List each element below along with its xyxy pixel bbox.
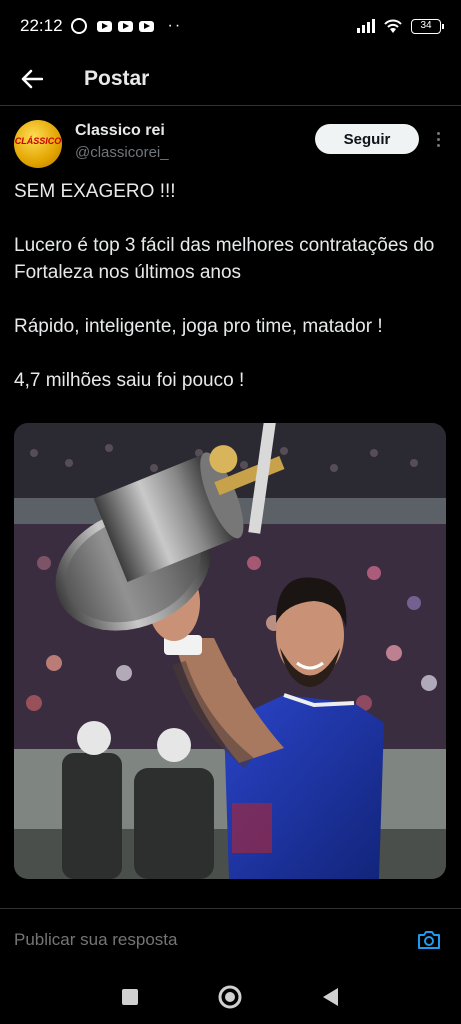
signal-icon — [357, 19, 375, 33]
trophy-photo — [14, 423, 446, 879]
author-name[interactable]: Classico rei — [75, 122, 165, 140]
tweet-paragraph: Rápido, inteligente, joga pro time, mata… — [14, 316, 383, 337]
wifi-icon — [384, 19, 402, 33]
youtube-notification-icon — [96, 20, 112, 32]
triangle-back-icon — [322, 988, 338, 1006]
system-back-button[interactable] — [311, 977, 351, 1017]
recents-button[interactable] — [110, 977, 150, 1017]
status-time: 22:12 — [20, 16, 63, 35]
tweet-paragraph: 4,7 milhões saiu foi pouco ! — [14, 370, 245, 391]
top-app-bar: Postar — [0, 52, 461, 106]
tweet-media-image[interactable] — [14, 423, 446, 879]
alarm-icon — [70, 18, 87, 34]
reply-input[interactable] — [14, 929, 409, 950]
status-left: 22:12 ·· — [20, 16, 182, 36]
youtube-notification-icon — [138, 20, 154, 32]
status-right: 34 — [357, 18, 444, 34]
back-button[interactable] — [0, 52, 64, 106]
tweet-paragraph: Lucero é top 3 fácil das melhores contra… — [14, 235, 435, 283]
author-handle[interactable]: @classicorei_ — [75, 144, 169, 161]
avatar-logo-text: CLÁSSICO — [14, 136, 62, 146]
camera-icon — [418, 930, 440, 949]
dot — [436, 137, 440, 141]
battery-icon: 34 — [411, 18, 444, 34]
reply-bar — [0, 908, 461, 970]
more-notifications-indicator: ·· — [167, 17, 183, 34]
follow-button[interactable]: Seguir — [315, 124, 419, 154]
tweet-paragraph: SEM EXAGERO !!! — [14, 181, 176, 202]
circle-icon — [218, 985, 242, 1009]
status-bar: 22:12 ·· 34 — [0, 0, 461, 52]
author-row: CLÁSSICO Classico rei @classicorei_ Segu… — [14, 118, 447, 170]
avatar[interactable]: CLÁSSICO — [14, 120, 62, 168]
system-nav-bar — [0, 970, 461, 1024]
square-icon — [122, 989, 139, 1005]
dot — [436, 131, 440, 135]
more-options-button[interactable] — [432, 124, 444, 154]
arrow-left-icon — [21, 69, 43, 88]
home-button[interactable] — [210, 977, 250, 1017]
camera-button[interactable] — [409, 920, 449, 960]
youtube-notification-icon — [117, 20, 133, 32]
page-title: Postar — [84, 66, 150, 90]
dot — [436, 143, 440, 147]
tweet-text: SEM EXAGERO !!! Lucero é top 3 fácil das… — [14, 178, 450, 421]
